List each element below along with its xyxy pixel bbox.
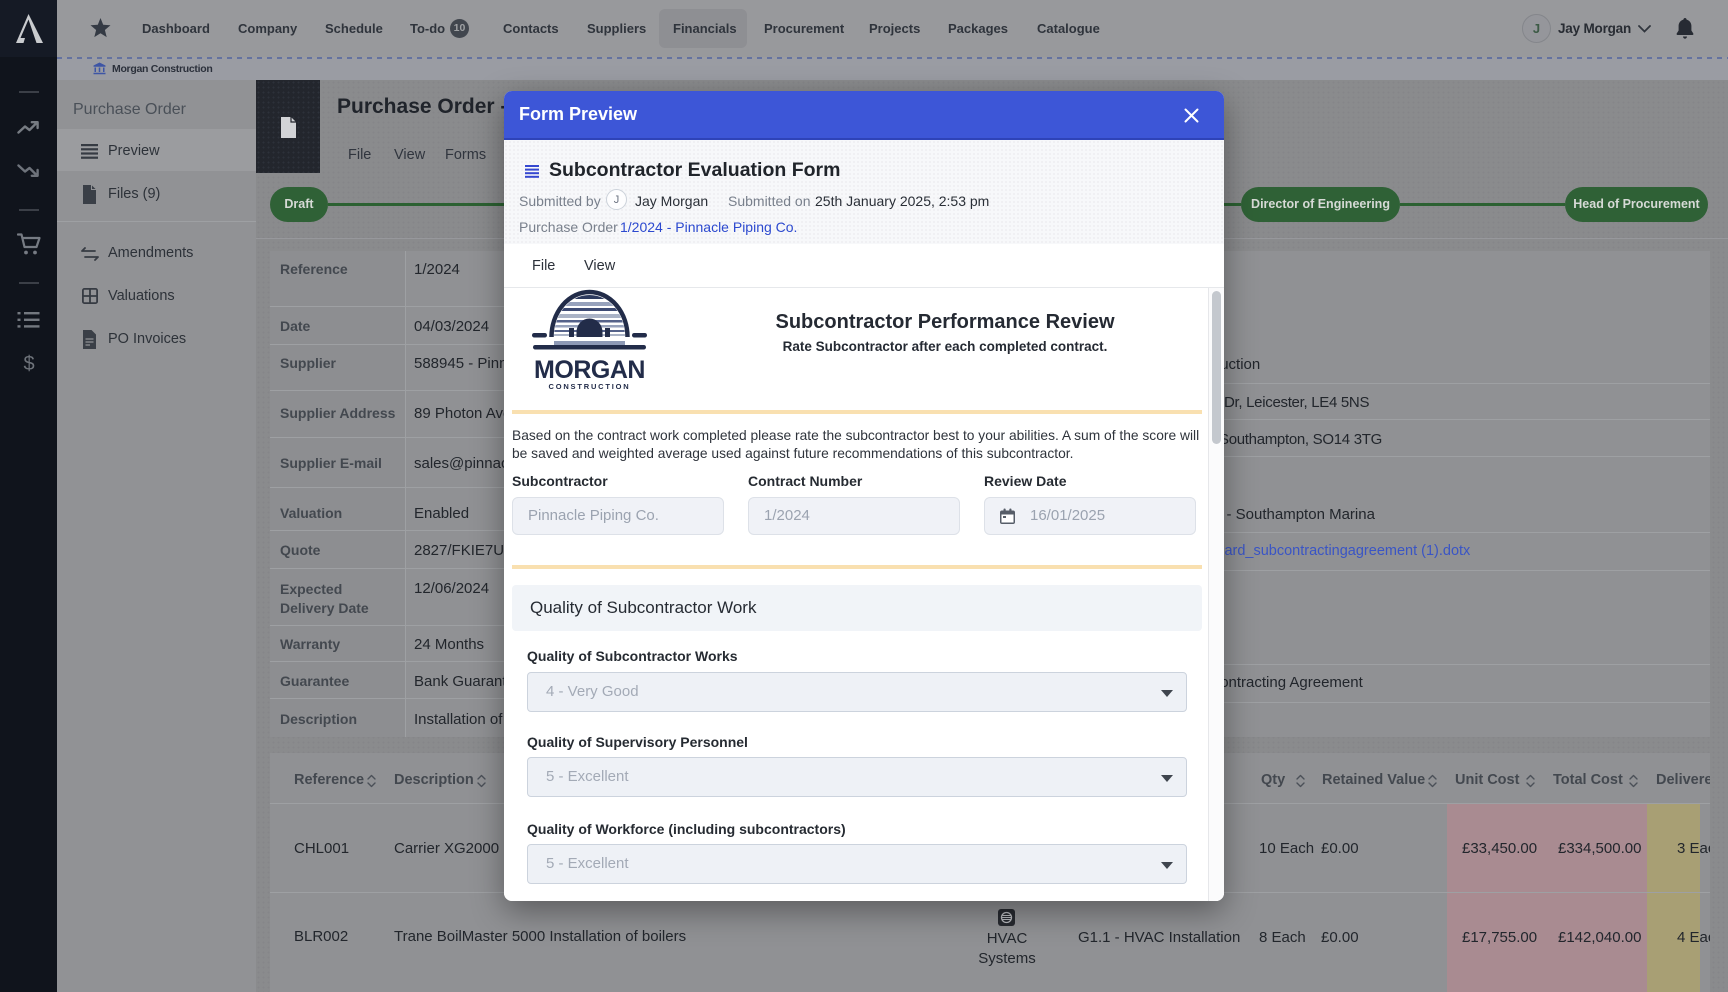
svg-text:CONSTRUCTION: CONSTRUCTION [548,382,630,391]
svg-text:MORGAN: MORGAN [534,356,645,384]
